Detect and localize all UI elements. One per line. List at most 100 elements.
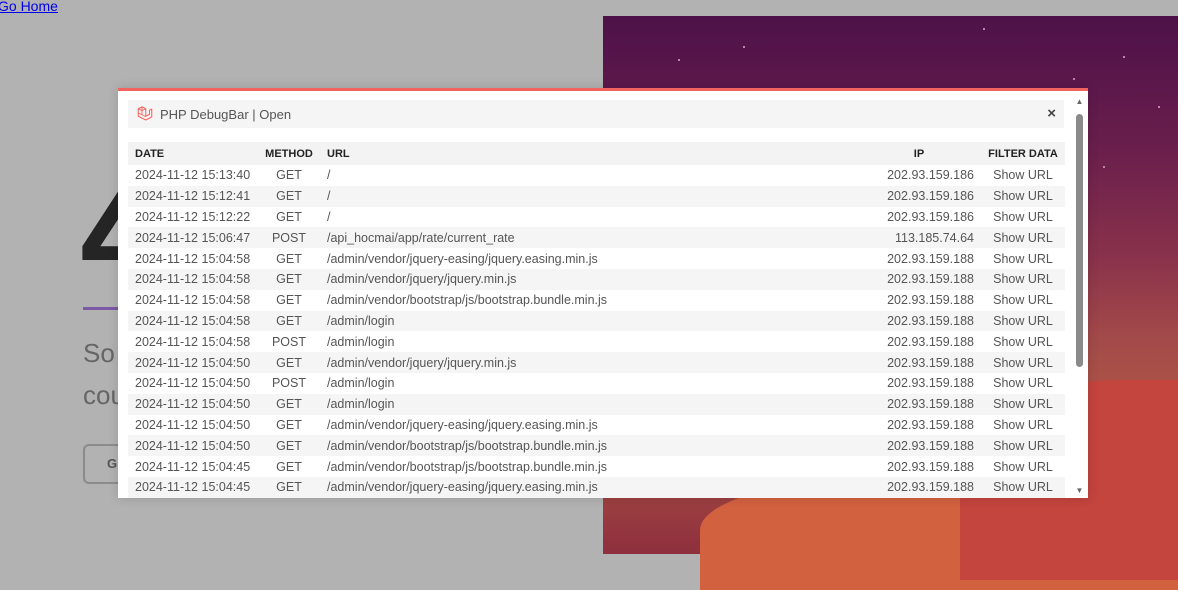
modal-header: PHP DebugBar | Open × bbox=[128, 100, 1064, 128]
scroll-up-arrow-icon[interactable]: ▲ bbox=[1074, 97, 1085, 107]
star-decoration bbox=[983, 28, 985, 30]
show-url-link[interactable]: Show URL bbox=[981, 373, 1065, 394]
show-url-link[interactable]: Show URL bbox=[981, 456, 1065, 477]
table-row[interactable]: 2024-11-12 15:04:58 GET/admin/vendor/boot… bbox=[128, 290, 1065, 311]
star-decoration bbox=[1158, 106, 1160, 108]
debugbar-open-modal: PHP DebugBar | Open × DATE METHOD URL IP… bbox=[118, 88, 1088, 498]
table-row[interactable]: 2024-11-12 15:04:58 GET/admin/vendor/jque… bbox=[128, 268, 1065, 290]
show-url-link[interactable]: Show URL bbox=[981, 290, 1065, 311]
cell-ip: 202.93.159.188 bbox=[824, 476, 981, 498]
cell-ip: 202.93.159.188 bbox=[824, 435, 981, 457]
cell-url: /admin/vendor/jquery-easing/jquery.easin… bbox=[327, 251, 598, 266]
cell-method: GET bbox=[276, 293, 302, 308]
show-url-link[interactable]: Show URL bbox=[981, 248, 1065, 269]
column-header-method: METHOD bbox=[258, 142, 320, 165]
column-header-ip: IP bbox=[824, 142, 981, 165]
cell-ip: 202.93.159.188 bbox=[887, 376, 974, 391]
cell-url: /admin/vendor/jquery/jquery.min.js bbox=[320, 352, 824, 373]
cell-ip: 202.93.159.186 bbox=[824, 185, 981, 207]
cell-method: POST bbox=[271, 334, 307, 349]
table-row[interactable]: 2024-11-12 15:04:50 GET/admin/vendor/boot… bbox=[128, 435, 1065, 457]
close-icon[interactable]: × bbox=[1047, 105, 1056, 122]
cell-ip: 202.93.159.188 bbox=[824, 268, 981, 290]
cell-method: GET bbox=[258, 310, 320, 332]
laravel-logo-icon bbox=[137, 106, 153, 121]
show-url-link[interactable]: Show URL bbox=[981, 393, 1065, 415]
requests-table-container: DATE METHOD URL IP FILTER DATA 2024-11-1… bbox=[128, 142, 1065, 498]
cell-date: 2024-11-12 15:04:58 bbox=[128, 268, 258, 290]
table-row[interactable]: 2024-11-12 15:04:50 GET/admin/vendor/jque… bbox=[128, 415, 1065, 436]
show-url-link[interactable]: Show URL bbox=[981, 310, 1065, 332]
table-row[interactable]: 2024-11-12 15:04:45 GET/admin/vendor/jque… bbox=[128, 476, 1065, 498]
table-row[interactable]: 2024-11-12 15:04:58 GET/admin/login 202.93… bbox=[128, 310, 1065, 332]
table-row[interactable]: 2024-11-12 15:04:50 GET/admin/vendor/jque… bbox=[128, 352, 1065, 373]
star-decoration bbox=[1123, 56, 1125, 58]
cell-date: 2024-11-12 15:12:41 bbox=[128, 185, 258, 207]
cell-date: 2024-11-12 15:04:45 bbox=[135, 459, 251, 474]
table-row[interactable]: 2024-11-12 15:12:41 GET/202.93.159.186 Sho… bbox=[128, 185, 1065, 207]
cell-date: 2024-11-12 15:04:50 bbox=[135, 376, 251, 391]
cell-method: GET bbox=[276, 251, 302, 266]
show-url-link[interactable]: Show URL bbox=[981, 185, 1065, 207]
cell-method: POST bbox=[258, 227, 320, 249]
cell-ip: 202.93.159.188 bbox=[824, 393, 981, 415]
table-row[interactable]: 2024-11-12 15:12:22 GET / 202.93.159.186 Sho… bbox=[128, 207, 1065, 228]
cell-url: /api_hocmai/app/rate/current_rate bbox=[320, 227, 824, 249]
go-home-link[interactable]: Go Home bbox=[0, 0, 58, 14]
cell-url: /admin/vendor/jquery-easing/jquery.easin… bbox=[327, 417, 598, 432]
scroll-down-arrow-icon[interactable]: ▼ bbox=[1074, 486, 1085, 496]
cell-date: 2024-11-12 15:06:47 bbox=[128, 227, 258, 249]
star-decoration bbox=[1103, 166, 1105, 168]
modal-title: PHP DebugBar | Open bbox=[160, 106, 292, 122]
cell-ip: 202.93.159.186 bbox=[887, 168, 974, 183]
vertical-scrollbar[interactable]: ▲ ▼ bbox=[1074, 97, 1085, 496]
show-url-link[interactable]: Show URL bbox=[981, 352, 1065, 373]
cell-url: /admin/login bbox=[327, 376, 395, 391]
background-text-line1: So bbox=[83, 338, 115, 368]
show-url-link[interactable]: Show URL bbox=[981, 207, 1065, 228]
cell-date: 2024-11-12 15:04:45 bbox=[128, 476, 258, 498]
cell-method: GET bbox=[276, 417, 302, 432]
show-url-link[interactable]: Show URL bbox=[981, 268, 1065, 290]
scrollbar-thumb[interactable] bbox=[1076, 114, 1083, 367]
table-row[interactable]: 2024-11-12 15:06:47 POST/api_hocmai/app/r… bbox=[128, 227, 1065, 249]
table-body: 2024-11-12 15:13:40 GET/202.93.159.186 Sho… bbox=[128, 165, 1065, 498]
cell-url: / bbox=[320, 185, 824, 207]
table-row[interactable]: 2024-11-12 15:04:50 POST/admin/login 202.9… bbox=[128, 373, 1065, 394]
cell-method: GET bbox=[258, 476, 320, 498]
cell-ip: 202.93.159.188 bbox=[887, 459, 974, 474]
table-row[interactable]: 2024-11-12 15:04:58 POST/admin/login 202.9… bbox=[128, 331, 1065, 352]
cell-ip: 202.93.159.188 bbox=[887, 293, 974, 308]
cell-method: GET bbox=[258, 435, 320, 457]
table-header-row: DATE METHOD URL IP FILTER DATA bbox=[128, 142, 1065, 165]
column-header-filter-data: FILTER DATA bbox=[981, 142, 1065, 165]
cell-ip: 202.93.159.188 bbox=[824, 352, 981, 373]
show-url-link[interactable]: Show URL bbox=[981, 331, 1065, 352]
column-header-url: URL bbox=[320, 142, 824, 165]
show-url-link[interactable]: Show URL bbox=[981, 165, 1065, 186]
show-url-link[interactable]: Show URL bbox=[981, 435, 1065, 457]
cell-ip: 202.93.159.188 bbox=[887, 417, 974, 432]
table-row[interactable]: 2024-11-12 15:04:50 GET/admin/login 202.93… bbox=[128, 393, 1065, 415]
cell-url: /admin/vendor/bootstrap/js/bootstrap.bun… bbox=[327, 459, 608, 474]
cell-method: GET bbox=[276, 209, 302, 224]
cell-date: 2024-11-12 15:04:50 bbox=[135, 417, 251, 432]
cell-ip: 202.93.159.188 bbox=[824, 310, 981, 332]
cell-url: /admin/vendor/jquery/jquery.min.js bbox=[320, 268, 824, 290]
cell-url: /admin/vendor/bootstrap/js/bootstrap.bun… bbox=[320, 435, 824, 457]
cell-method: POST bbox=[271, 376, 307, 391]
show-url-link[interactable]: Show URL bbox=[981, 415, 1065, 436]
cell-date: 2024-11-12 15:04:58 bbox=[128, 310, 258, 332]
cell-url: / bbox=[327, 209, 331, 224]
table-row[interactable]: 2024-11-12 15:13:40 GET / 202.93.159.186 Sho… bbox=[128, 165, 1065, 186]
show-url-link[interactable]: Show URL bbox=[981, 476, 1065, 498]
table-row[interactable]: 2024-11-12 15:04:45 GET/admin/vendor/boot… bbox=[128, 456, 1065, 477]
table-row[interactable]: 2024-11-12 15:04:58 GET/admin/vendor/jque… bbox=[128, 248, 1065, 269]
cell-date: 2024-11-12 15:12:22 bbox=[135, 209, 251, 224]
cell-date: 2024-11-12 15:04:58 bbox=[135, 334, 251, 349]
cell-method: GET bbox=[276, 168, 302, 183]
cell-method: GET bbox=[258, 393, 320, 415]
requests-table: DATE METHOD URL IP FILTER DATA 2024-11-1… bbox=[128, 142, 1065, 498]
error-code-digit: 4 bbox=[80, 150, 120, 260]
show-url-link[interactable]: Show URL bbox=[981, 227, 1065, 249]
